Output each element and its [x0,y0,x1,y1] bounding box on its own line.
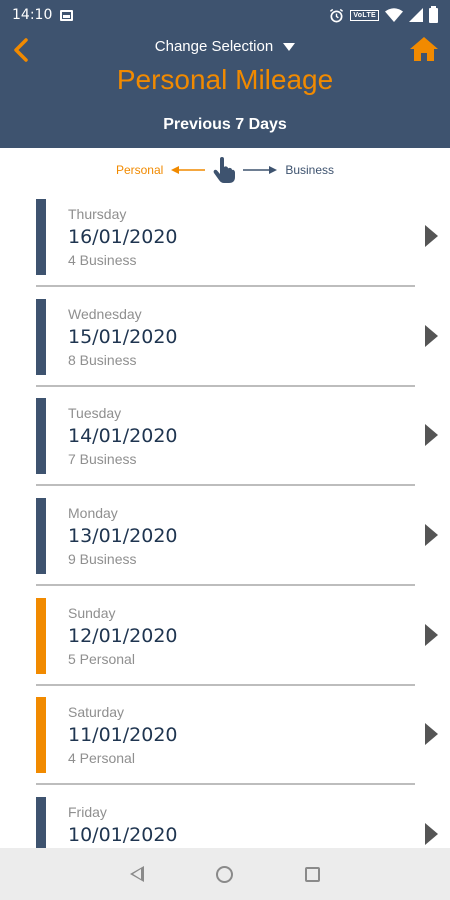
journey-row[interactable]: Sunday 12/01/2020 5 Personal [0,591,450,691]
journey-date: 10/01/2020 [68,824,178,847]
app-header: 14:10 VoLTE Change Selection Personal Mi… [0,0,450,148]
battery-icon [429,5,438,23]
change-selection-dropdown[interactable]: Change Selection [0,38,450,55]
wifi-icon [385,8,403,22]
alarm-icon [330,8,344,22]
journey-type-bar [36,498,46,575]
row-divider [36,683,415,686]
image-notification-icon [60,9,74,21]
volte-indicator: VoLTE [350,9,379,21]
journey-day: Thursday [68,206,127,222]
home-button[interactable] [408,34,440,64]
journey-count: 9 Business [68,551,137,568]
journey-day: Monday [68,505,118,522]
journey-date: 15/01/2020 [68,325,178,348]
chevron-right-icon [425,823,438,846]
journey-count: 4 Personal [68,750,135,767]
chevron-right-icon [425,723,438,746]
journey-count: 4 Business [68,252,137,268]
nav-home-icon[interactable] [216,865,233,883]
legend-personal-label: Personal [115,163,164,177]
journey-type-bar [36,398,46,475]
journey-type-bar [36,697,46,774]
chevron-right-icon [425,424,438,447]
home-icon [410,37,438,61]
chevron-right-icon [425,623,438,646]
status-time: 14:10 [12,7,53,23]
journey-list: Thursday 16/01/2020 4 Business Wednesday… [0,192,450,890]
chevron-right-icon [425,524,438,547]
row-divider [36,783,415,786]
journey-day: Friday [68,804,107,821]
journey-day: Saturday [68,704,125,721]
journey-count: 7 Business [68,451,137,468]
journey-row[interactable]: Thursday 16/01/2020 4 Business [0,192,450,292]
nav-recents-icon[interactable] [305,866,320,882]
journey-date: 13/01/2020 [68,525,178,548]
row-divider [36,384,415,387]
journey-row[interactable]: Saturday 11/01/2020 4 Personal [0,690,450,790]
hand-pointer-icon [213,157,236,183]
journey-day: Sunday [68,604,116,621]
journey-day: Wednesday [68,305,142,322]
journey-date: 14/01/2020 [68,425,178,448]
period-label: Previous 7 Days [163,116,287,133]
journey-date: 16/01/2020 [68,226,178,248]
chevron-right-icon [425,225,438,247]
row-divider [36,285,415,287]
journey-row[interactable]: Wednesday 15/01/2020 8 Business [0,292,450,392]
page-title: Personal Mileage [116,64,334,95]
system-nav-bar [0,848,450,900]
journey-count: 8 Business [68,351,137,368]
signal-icon [409,8,423,22]
row-divider [36,484,415,487]
journey-row[interactable]: Tuesday 14/01/2020 7 Business [0,391,450,491]
journey-row[interactable]: Monday 13/01/2020 9 Business [0,491,450,591]
legend-business-label: Business [285,163,335,177]
caret-down-icon [283,42,296,51]
swipe-legend: Personal Business [0,154,450,186]
arrow-right-icon [243,166,278,174]
arrow-left-icon [171,166,206,174]
journey-day: Tuesday [68,405,122,422]
row-divider [36,584,415,587]
journey-date: 12/01/2020 [68,624,178,647]
journey-date: 11/01/2020 [68,724,178,747]
change-selection-label: Change Selection [154,38,274,55]
chevron-right-icon [425,324,438,347]
status-bar: 14:10 VoLTE [0,0,450,30]
nav-back-icon[interactable] [130,866,144,882]
journey-type-bar [36,597,46,674]
journey-type-bar [36,199,46,275]
journey-count: 5 Personal [68,650,135,667]
journey-type-bar [36,298,46,375]
